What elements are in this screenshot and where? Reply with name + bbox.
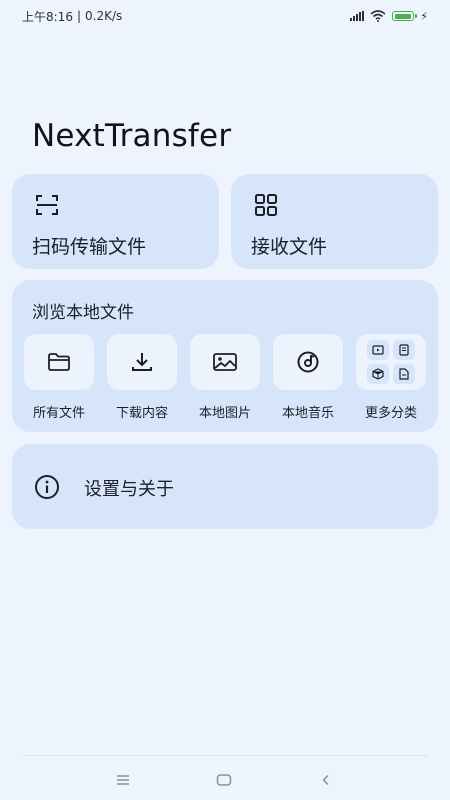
wifi-icon [370,10,386,22]
more-categories-label: 更多分类 [364,406,417,421]
local-music-label: 本地音乐 [281,406,334,421]
status-bar: 上午8:16 | 0.2K/s ⚡ [0,0,450,32]
menu-icon [117,775,129,785]
menu-button[interactable] [108,768,138,792]
local-music-button[interactable] [273,334,343,390]
nav-divider [22,755,428,756]
document-icon [393,340,415,360]
file-icon [393,364,415,384]
settings-about-button[interactable]: 设置与关于 [12,444,438,529]
back-icon [322,774,329,786]
charging-icon: ⚡ [420,9,428,23]
downloads-label: 下载内容 [115,406,168,421]
folder-icon [48,353,70,371]
browse-title: 浏览本地文件 [32,303,134,323]
battery-icon [392,11,418,21]
receive-files-button[interactable]: 接收文件 [231,174,438,269]
local-images-label: 本地图片 [198,406,251,421]
receive-files-label: 接收文件 [251,236,328,258]
local-images-button[interactable] [190,334,260,390]
image-icon [213,353,237,371]
downloads-button[interactable] [107,334,177,390]
scan-transfer-label: 扫码传输文件 [32,236,147,258]
all-files-label: 所有文件 [32,406,85,421]
all-files-button[interactable] [24,334,94,390]
signal-icon [350,11,365,21]
more-categories-button[interactable] [356,334,426,390]
status-time: 上午8:16 [22,9,73,24]
info-icon [35,475,59,499]
download-icon [132,353,152,371]
qr-code-icon [255,194,277,216]
status-separator: | [76,9,81,23]
navigation-bar [0,760,450,800]
network-speed: 0.2K/s [85,9,123,23]
home-button[interactable] [209,768,239,792]
more-categories-icon [367,340,415,384]
app-title: NextTransfer [32,118,232,154]
status-right: ⚡ [350,10,428,23]
browse-local-files-panel: 浏览本地文件 所有文件 下载内容 本地图片 本地音乐 更多分类 [12,280,438,432]
package-icon [367,364,389,384]
music-disc-icon [297,351,319,373]
home-icon [216,774,232,786]
status-left: 上午8:16 | 0.2K/s [22,8,122,25]
scan-transfer-button[interactable]: 扫码传输文件 [12,174,219,269]
video-icon [367,340,389,360]
settings-about-label: 设置与关于 [84,479,174,500]
scan-icon [36,195,58,215]
back-button[interactable] [311,768,341,792]
